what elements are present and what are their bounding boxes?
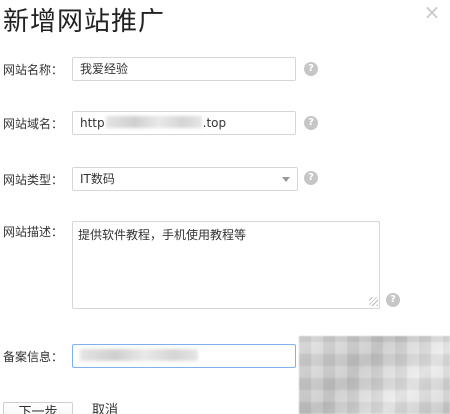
textarea-resize-handle[interactable] bbox=[369, 297, 378, 306]
site-type-help-icon[interactable]: ? bbox=[304, 171, 318, 185]
site-name-value: 我爱经验 bbox=[80, 62, 129, 76]
dialog-title: 新增网站推广 bbox=[3, 7, 166, 37]
site-description-help-icon[interactable]: ? bbox=[386, 293, 400, 307]
redacted-filing-blur bbox=[80, 349, 198, 361]
site-domain-label: 网站域名： bbox=[3, 117, 64, 131]
cancel-button[interactable]: 取消 bbox=[92, 402, 118, 414]
site-name-help-icon[interactable]: ? bbox=[304, 62, 318, 76]
next-button[interactable]: 下一步 bbox=[3, 402, 73, 414]
redacted-mosaic-area bbox=[299, 336, 450, 414]
site-type-select[interactable]: IT数码 bbox=[72, 167, 298, 191]
filing-info-input[interactable] bbox=[72, 344, 296, 368]
site-name-label: 网站名称： bbox=[3, 63, 64, 77]
site-name-input[interactable]: 我爱经验 bbox=[72, 57, 296, 81]
site-domain-prefix: http bbox=[80, 116, 105, 130]
close-icon[interactable]: × bbox=[422, 0, 442, 24]
site-domain-suffix: .top bbox=[202, 116, 227, 130]
site-domain-input[interactable]: http .top bbox=[72, 111, 296, 135]
site-description-value: 提供软件教程，手机使用教程等 bbox=[78, 228, 247, 242]
site-description-label: 网站描述： bbox=[3, 225, 64, 239]
filing-info-label: 备案信息： bbox=[3, 350, 64, 364]
chevron-down-icon bbox=[282, 177, 290, 182]
add-site-promotion-dialog: 新增网站推广 × 网站名称： 我爱经验 ? 网站域名： http .top ? 网… bbox=[0, 0, 450, 414]
redacted-domain-blur bbox=[105, 116, 202, 128]
site-type-selected: IT数码 bbox=[80, 172, 115, 186]
site-description-textarea[interactable]: 提供软件教程，手机使用教程等 bbox=[72, 221, 380, 309]
site-domain-help-icon[interactable]: ? bbox=[304, 116, 318, 130]
site-type-label: 网站类型： bbox=[3, 173, 64, 187]
